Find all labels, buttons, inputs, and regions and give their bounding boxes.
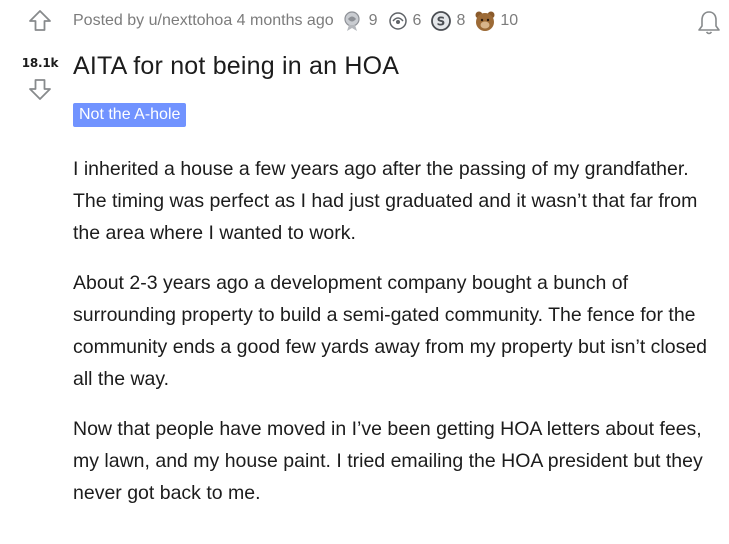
post-meta: Posted by u/nexttohoa 4 months ago 9 6 S…	[73, 10, 518, 32]
post-title[interactable]: AITA for not being in an HOA	[73, 52, 399, 81]
award-bear[interactable]: 10	[473, 10, 518, 32]
award-count: 6	[412, 12, 422, 29]
silver-award-icon	[344, 11, 360, 31]
coin-award-icon: S	[431, 11, 452, 31]
award-count: 10	[500, 12, 519, 29]
award-silver[interactable]: 9	[342, 10, 378, 32]
upvote-icon[interactable]	[27, 8, 53, 34]
bear-award-icon	[475, 11, 495, 31]
post-body: I inherited a house a few years ago afte…	[73, 153, 723, 527]
vote-column: 18.1k	[18, 8, 62, 102]
body-paragraph: Now that people have moved in I’ve been …	[73, 418, 703, 504]
vote-score: 18.1k	[21, 56, 59, 70]
award-count: 8	[456, 12, 466, 29]
award-count: 9	[368, 12, 378, 29]
post-flair[interactable]: Not the A-hole	[73, 103, 187, 127]
award-coin[interactable]: S 8	[429, 10, 465, 32]
svg-text:S: S	[437, 15, 446, 29]
body-paragraph: I inherited a house a few years ago afte…	[73, 158, 698, 244]
notification-bell-icon[interactable]	[694, 8, 724, 38]
award-helpful[interactable]: 6	[386, 10, 422, 32]
helpful-award-icon	[388, 12, 407, 30]
downvote-icon[interactable]	[27, 76, 53, 102]
posted-by-text[interactable]: Posted by u/nexttohoa 4 months ago	[73, 12, 334, 30]
body-paragraph: About 2-3 years ago a development compan…	[73, 272, 708, 390]
